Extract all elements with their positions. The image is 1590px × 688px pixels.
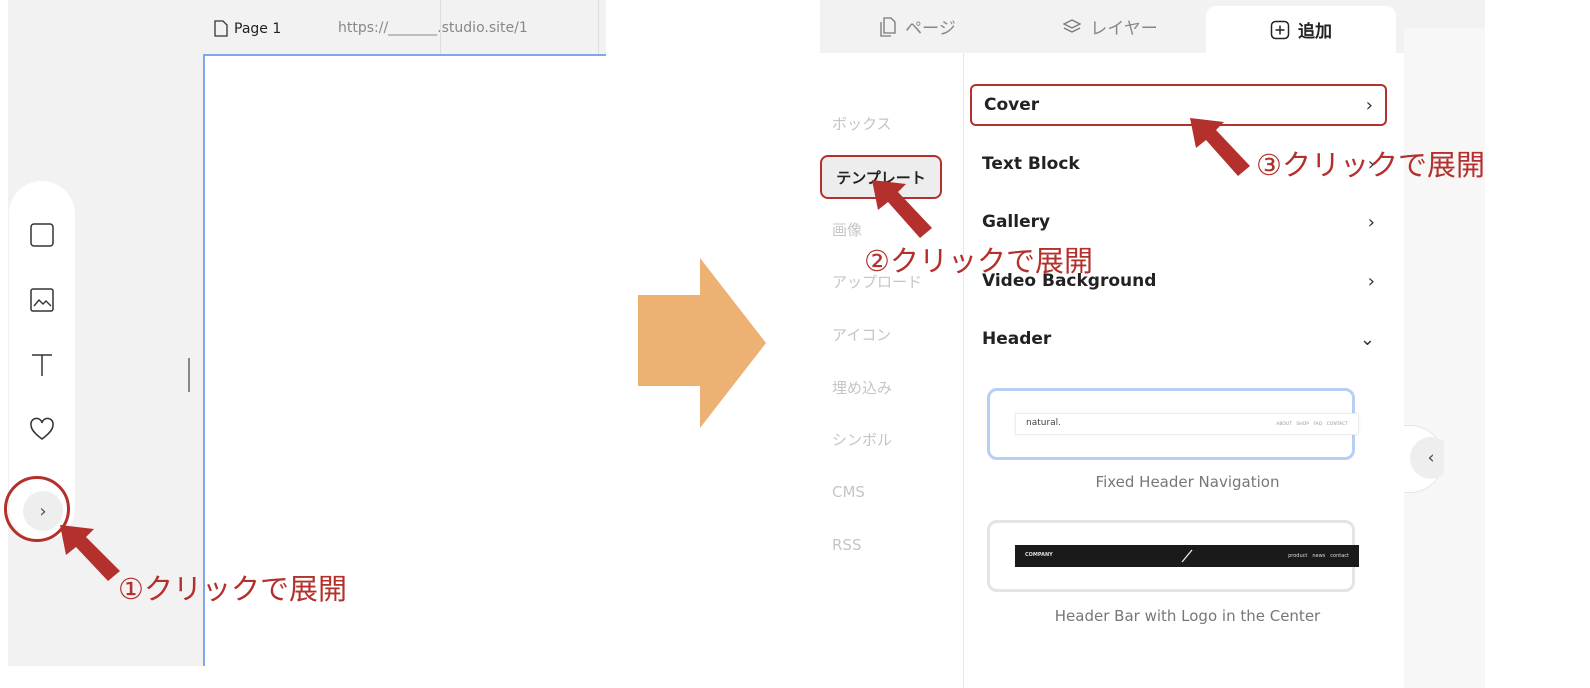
transition-arrow <box>638 258 766 428</box>
header-preview-center-logo[interactable]: COMPANY product news contact <box>987 520 1359 592</box>
chevron-down-icon: ⌄ <box>1359 328 1375 350</box>
tab-divider <box>598 0 599 54</box>
template-text-block-label: Text Block <box>982 154 1080 174</box>
preview-caption: Fixed Header Navigation <box>1095 473 1280 491</box>
text-icon <box>32 354 52 376</box>
resize-handle[interactable] <box>188 358 190 392</box>
page-url: https://_______.studio.site/1 <box>338 20 528 36</box>
template-cover[interactable]: Cover › <box>970 84 1387 126</box>
canvas-edge <box>1404 28 1485 688</box>
page-tab-bar: Page 1 https://_______.studio.site/1 <box>200 0 606 54</box>
template-cover-label: Cover <box>984 95 1040 115</box>
preview-header-bar: COMPANY product news contact <box>1015 545 1359 567</box>
preview-caption: Header Bar with Logo in the Center <box>1054 607 1321 625</box>
header-preview-fixed-nav[interactable]: natural. ABOUT SHOP FAQ CONTACT <box>987 388 1359 460</box>
template-header-label: Header <box>982 329 1052 349</box>
preview-nav: product news contact <box>1288 553 1349 559</box>
annotation-arrow-2 <box>872 180 932 238</box>
chevron-right-icon: › <box>1365 94 1373 116</box>
preview-header-bar: natural. ABOUT SHOP FAQ CONTACT <box>1015 413 1359 435</box>
preview-nav: ABOUT SHOP FAQ CONTACT <box>1276 422 1348 427</box>
annotation-step3: ③クリックで展開 <box>1256 148 1485 182</box>
text-tool-button[interactable] <box>25 348 59 382</box>
box-icon <box>30 223 54 247</box>
page-tab-label: Page 1 <box>234 20 282 37</box>
box-tool-button[interactable] <box>25 218 59 252</box>
annotation-step2: ②クリックで展開 <box>864 244 1093 278</box>
chevron-right-icon: › <box>1367 270 1375 292</box>
annotation-step1: ①クリックで展開 <box>118 572 347 606</box>
template-gallery[interactable]: Gallery › <box>970 201 1387 243</box>
tab-divider <box>440 0 441 54</box>
preview-logo: COMPANY <box>1025 552 1053 558</box>
slash-logo-icon <box>1181 549 1193 563</box>
template-header[interactable]: Header ⌄ <box>970 318 1387 360</box>
image-tool-button[interactable] <box>25 283 59 317</box>
template-list: Cover › Text Block › Gallery › Video Bac… <box>820 0 1404 688</box>
chevron-right-icon: › <box>1367 211 1375 233</box>
page-tab[interactable]: Page 1 <box>214 20 281 37</box>
collapse-panel-button[interactable]: ‹ <box>1404 425 1444 493</box>
annotation-arrow-3 <box>1190 118 1250 176</box>
template-gallery-label: Gallery <box>982 212 1051 232</box>
preview-logo: natural. <box>1026 418 1062 428</box>
chevron-left-icon: ‹ <box>1410 437 1444 479</box>
heart-icon <box>30 417 54 440</box>
icon-tool-button[interactable] <box>25 413 59 447</box>
page-icon <box>214 20 228 37</box>
image-icon <box>30 288 54 312</box>
